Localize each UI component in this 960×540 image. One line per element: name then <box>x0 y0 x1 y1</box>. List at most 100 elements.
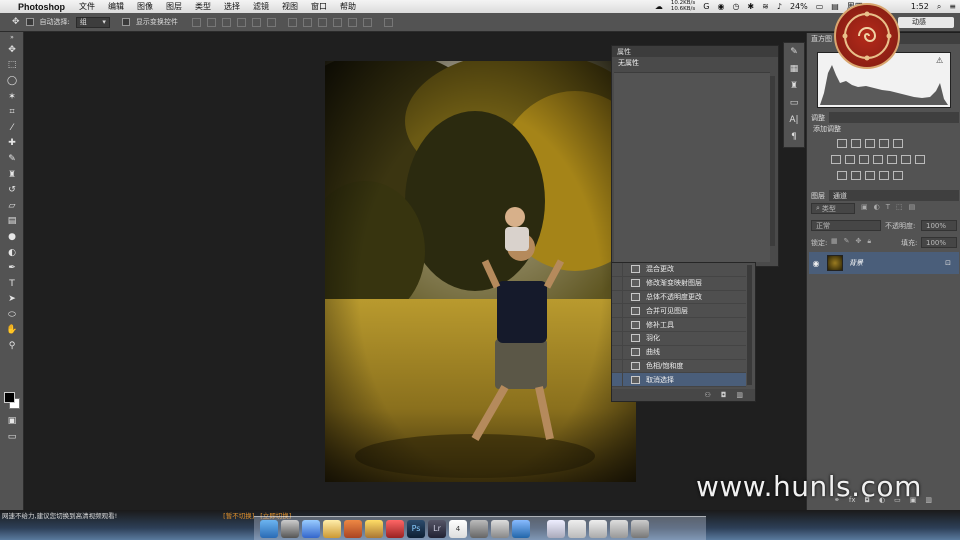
wifi-icon[interactable]: ≋ <box>762 2 769 11</box>
history-item[interactable]: 曲线 <box>612 345 746 360</box>
posterize-icon[interactable] <box>851 171 861 180</box>
auto-align-icon[interactable] <box>383 17 393 27</box>
dont-switch-link[interactable]: [暂不切换] <box>223 510 254 520</box>
history-item[interactable]: 羽化 <box>612 332 746 346</box>
menu-file[interactable]: 文件 <box>79 1 95 12</box>
distribute-hcenter-icon[interactable] <box>347 17 357 27</box>
lasso-tool-icon[interactable]: ◯ <box>0 73 24 89</box>
dodge-tool-icon[interactable]: ◐ <box>0 245 24 261</box>
photo-filter-icon[interactable] <box>873 155 883 164</box>
history-item[interactable]: 混合更改 <box>612 263 746 277</box>
layer-filter-dropdown[interactable]: ⌕ 类型 <box>811 203 855 214</box>
threshold-icon[interactable] <box>865 171 875 180</box>
clone-stamp-tool-icon[interactable]: ♜ <box>0 167 24 183</box>
lightroom-icon[interactable]: Lr <box>428 519 446 538</box>
gradient-map-icon[interactable] <box>879 171 889 180</box>
pencil-app-icon[interactable] <box>365 519 383 538</box>
history-snapshot-box[interactable] <box>612 345 623 359</box>
dreamweaver-icon[interactable] <box>344 519 362 538</box>
history-snapshot-box[interactable] <box>612 276 623 290</box>
eye-icon[interactable]: ◉ <box>809 259 823 268</box>
adjustment-filter-icon[interactable]: ◐ <box>874 203 880 211</box>
lock-transparency-icon[interactable]: ▦ <box>831 237 838 246</box>
app-icon[interactable] <box>512 519 530 538</box>
workspace-switcher[interactable]: 动感 <box>898 17 954 28</box>
levels-icon[interactable] <box>851 139 861 148</box>
calendar-icon[interactable]: 4 <box>449 519 467 538</box>
lock-position-icon[interactable]: ✥ <box>856 237 862 246</box>
vibrance-icon[interactable] <box>893 139 903 148</box>
hand-tool-icon[interactable]: ✋ <box>0 323 24 339</box>
tab-channels[interactable]: 通道 <box>829 190 851 201</box>
history-snapshot-box[interactable] <box>612 359 623 373</box>
bluetooth-icon[interactable]: ✱ <box>747 2 754 11</box>
history-item[interactable]: 合并可见图层 <box>612 304 746 319</box>
finder-icon[interactable] <box>260 519 278 538</box>
folder-icon[interactable] <box>547 519 565 538</box>
black-white-icon[interactable] <box>859 155 869 164</box>
type-tool-icon[interactable]: T <box>0 276 24 292</box>
brush-panel-icon[interactable]: ▦ <box>784 60 804 77</box>
history-snapshot-box[interactable] <box>612 290 623 304</box>
history-brush-tool-icon[interactable]: ↺ <box>0 182 24 198</box>
magic-wand-tool-icon[interactable]: ✶ <box>0 89 24 105</box>
time-machine-icon[interactable]: ◷ <box>732 2 739 11</box>
exposure-icon[interactable] <box>879 139 889 148</box>
align-right-icon[interactable] <box>266 17 276 27</box>
brush-presets-icon[interactable]: ✎ <box>784 43 804 60</box>
safari-icon[interactable] <box>302 519 320 538</box>
distribute-top-icon[interactable] <box>287 17 297 27</box>
tab-layers[interactable]: 图层 <box>807 190 829 201</box>
align-top-icon[interactable] <box>191 17 201 27</box>
foreground-color-swatch[interactable] <box>4 392 15 403</box>
auto-select-checkbox[interactable] <box>25 18 34 26</box>
channel-mixer-icon[interactable] <box>887 155 897 164</box>
properties-scrollbar[interactable] <box>770 76 775 246</box>
blur-tool-icon[interactable]: ● <box>0 229 24 245</box>
volume-icon[interactable]: ♪ <box>777 2 782 11</box>
image-capture-icon[interactable] <box>470 519 488 538</box>
pen-tool-icon[interactable]: ✒ <box>0 260 24 276</box>
zoom-tool-icon[interactable]: ⚲ <box>0 338 24 354</box>
menu-type[interactable]: 类型 <box>195 1 211 12</box>
show-transform-checkbox[interactable] <box>121 18 130 26</box>
distribute-vcenter-icon[interactable] <box>302 17 312 27</box>
new-document-from-state-icon[interactable]: ⚇ <box>705 391 711 399</box>
collapse-toolbox-icon[interactable]: » <box>0 32 24 42</box>
history-item[interactable]: 总体不透明度更改 <box>612 290 746 305</box>
google-icon[interactable]: G <box>703 2 709 11</box>
history-item[interactable]: 色相/饱和度 <box>612 359 746 374</box>
character-panel-icon[interactable]: A| <box>784 111 804 128</box>
brush-tool-icon[interactable]: ✎ <box>0 151 24 167</box>
smart-object-filter-icon[interactable]: ▤ <box>909 203 916 211</box>
menu-filter[interactable]: 滤镜 <box>253 1 269 12</box>
align-bottom-icon[interactable] <box>221 17 231 27</box>
spotlight-icon[interactable]: ⌕ <box>937 2 941 12</box>
tab-histogram[interactable]: 直方图 <box>807 33 836 44</box>
hue-saturation-icon[interactable] <box>831 155 841 164</box>
fill-field[interactable]: 100% <box>921 237 957 248</box>
warning-icon[interactable]: ⚠ <box>936 56 943 65</box>
move-tool-icon[interactable]: ✥ <box>12 17 20 27</box>
screen-mode-icon[interactable]: ▭ <box>0 429 24 445</box>
distribute-left-icon[interactable] <box>332 17 342 27</box>
history-snapshot-box[interactable] <box>612 332 623 345</box>
paragraph-panel-icon[interactable]: ¶ <box>784 128 804 145</box>
downloads-icon[interactable] <box>589 519 607 538</box>
align-hcenter-icon[interactable] <box>251 17 261 27</box>
blend-mode-dropdown[interactable]: 正常 <box>811 220 881 231</box>
auto-select-dropdown[interactable]: 组 ▾ <box>75 16 110 28</box>
tool-presets-icon[interactable]: ▭ <box>784 94 804 111</box>
color-table-icon[interactable] <box>915 155 925 164</box>
eraser-tool-icon[interactable]: ▱ <box>0 198 24 214</box>
history-snapshot-box[interactable] <box>612 263 623 276</box>
type-filter-icon[interactable]: T <box>886 203 890 211</box>
healing-brush-tool-icon[interactable]: ✚ <box>0 136 24 152</box>
history-item-active[interactable]: 取消选择 <box>612 373 746 388</box>
app-icon[interactable] <box>491 519 509 538</box>
menu-edit[interactable]: 编辑 <box>108 1 124 12</box>
history-snapshot-box[interactable] <box>612 304 623 318</box>
app-icon[interactable] <box>386 519 404 538</box>
distribute-right-icon[interactable] <box>362 17 372 27</box>
documents-icon[interactable] <box>568 519 586 538</box>
